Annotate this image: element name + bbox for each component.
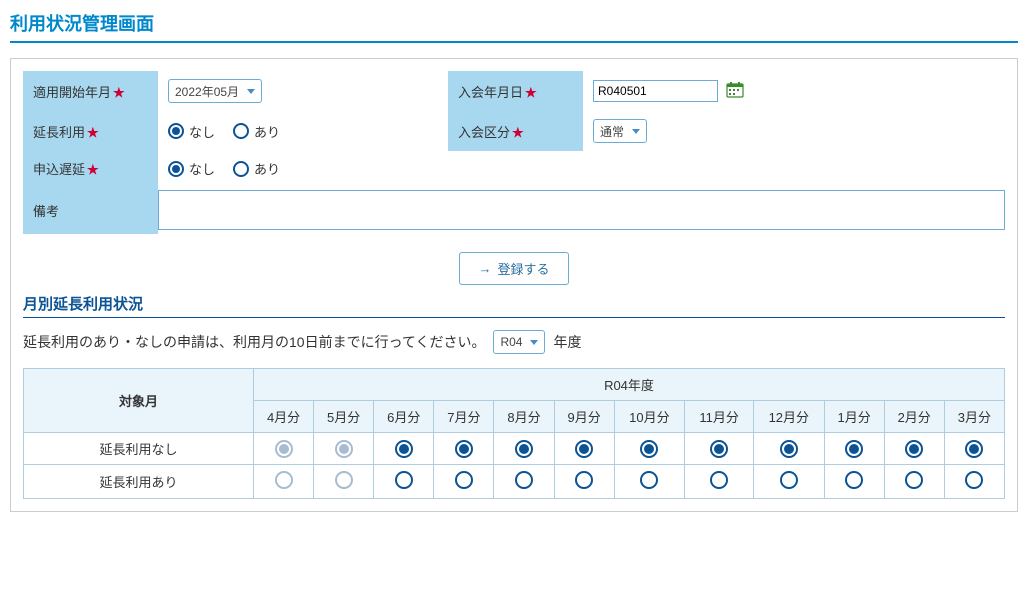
month-yes-radio[interactable] xyxy=(780,471,798,489)
row-none-label: 延長利用なし xyxy=(24,433,254,465)
month-header: 11月分 xyxy=(685,401,754,433)
join-date-input[interactable] xyxy=(593,80,718,102)
month-header: 9月分 xyxy=(554,401,614,433)
month-header: 6月分 xyxy=(374,401,434,433)
month-header: 10月分 xyxy=(614,401,684,433)
monthly-table: 対象月 R04年度 4月分5月分6月分7月分8月分9月分10月分11月分12月分… xyxy=(23,368,1005,499)
month-yes-radio[interactable] xyxy=(515,471,533,489)
join-type-select[interactable]: 通常 xyxy=(593,119,647,143)
month-none-radio[interactable] xyxy=(640,440,658,458)
month-yes-radio xyxy=(275,471,293,489)
month-yes-radio[interactable] xyxy=(905,471,923,489)
month-header: 2月分 xyxy=(884,401,944,433)
radio-label: なし xyxy=(189,122,215,141)
start-ym-label: 適用開始年月★ xyxy=(23,71,158,111)
required-star: ★ xyxy=(87,125,99,140)
month-header: 3月分 xyxy=(944,401,1004,433)
calendar-icon[interactable] xyxy=(726,81,744,102)
month-yes-radio xyxy=(335,471,353,489)
extension-none-radio[interactable]: なし xyxy=(168,122,215,141)
required-star: ★ xyxy=(87,162,99,177)
required-star: ★ xyxy=(113,85,125,100)
chevron-down-icon xyxy=(530,340,538,345)
page-title: 利用状況管理画面 xyxy=(10,10,1018,43)
fiscal-year-header: R04年度 xyxy=(254,369,1005,401)
required-star: ★ xyxy=(525,85,537,100)
extension-yes-radio[interactable]: あり xyxy=(233,122,280,141)
month-header: 8月分 xyxy=(494,401,554,433)
month-yes-radio[interactable] xyxy=(710,471,728,489)
row-yes-label: 延長利用あり xyxy=(24,465,254,499)
month-yes-radio[interactable] xyxy=(395,471,413,489)
usage-form-card: 適用開始年月★ 2022年05月 入会年月日★ xyxy=(10,58,1018,512)
join-date-label: 入会年月日★ xyxy=(448,71,583,111)
month-none-radio xyxy=(335,440,353,458)
month-none-radio[interactable] xyxy=(455,440,473,458)
month-none-radio[interactable] xyxy=(395,440,413,458)
month-none-radio[interactable] xyxy=(710,440,728,458)
radio-label: あり xyxy=(254,159,280,178)
month-header: 5月分 xyxy=(314,401,374,433)
month-none-radio[interactable] xyxy=(515,440,533,458)
join-type-label: 入会区分★ xyxy=(448,111,583,151)
chevron-down-icon xyxy=(247,89,255,94)
month-none-radio[interactable] xyxy=(965,440,983,458)
radio-label: なし xyxy=(189,159,215,178)
target-month-header: 対象月 xyxy=(24,369,254,433)
month-yes-radio[interactable] xyxy=(575,471,593,489)
delay-none-radio[interactable]: なし xyxy=(168,159,215,178)
month-none-radio[interactable] xyxy=(780,440,798,458)
note-textarea[interactable] xyxy=(158,190,1005,230)
register-button[interactable]: → 登録する xyxy=(459,252,568,285)
month-header: 1月分 xyxy=(824,401,884,433)
year-suffix: 年度 xyxy=(553,332,581,352)
extension-label: 延長利用★ xyxy=(23,111,158,151)
month-none-radio xyxy=(275,440,293,458)
month-header: 12月分 xyxy=(754,401,824,433)
start-ym-select[interactable]: 2022年05月 xyxy=(168,79,262,103)
delay-label: 申込遅延★ xyxy=(23,151,158,186)
chevron-down-icon xyxy=(632,129,640,134)
month-yes-radio[interactable] xyxy=(455,471,473,489)
required-star: ★ xyxy=(512,125,524,140)
arrow-right-icon: → xyxy=(478,261,491,276)
monthly-instruction: 延長利用のあり・なしの申請は、利用月の10日前までに行ってください。 xyxy=(23,332,485,352)
month-none-radio[interactable] xyxy=(575,440,593,458)
fiscal-year-select[interactable]: R04 xyxy=(493,330,545,354)
month-header: 4月分 xyxy=(254,401,314,433)
month-none-radio[interactable] xyxy=(845,440,863,458)
radio-label: あり xyxy=(254,122,280,141)
delay-yes-radio[interactable]: あり xyxy=(233,159,280,178)
month-yes-radio[interactable] xyxy=(965,471,983,489)
month-none-radio[interactable] xyxy=(905,440,923,458)
month-yes-radio[interactable] xyxy=(640,471,658,489)
monthly-section-title: 月別延長利用状況 xyxy=(23,293,1005,318)
note-label: 備考 xyxy=(23,186,158,234)
month-yes-radio[interactable] xyxy=(845,471,863,489)
month-header: 7月分 xyxy=(434,401,494,433)
